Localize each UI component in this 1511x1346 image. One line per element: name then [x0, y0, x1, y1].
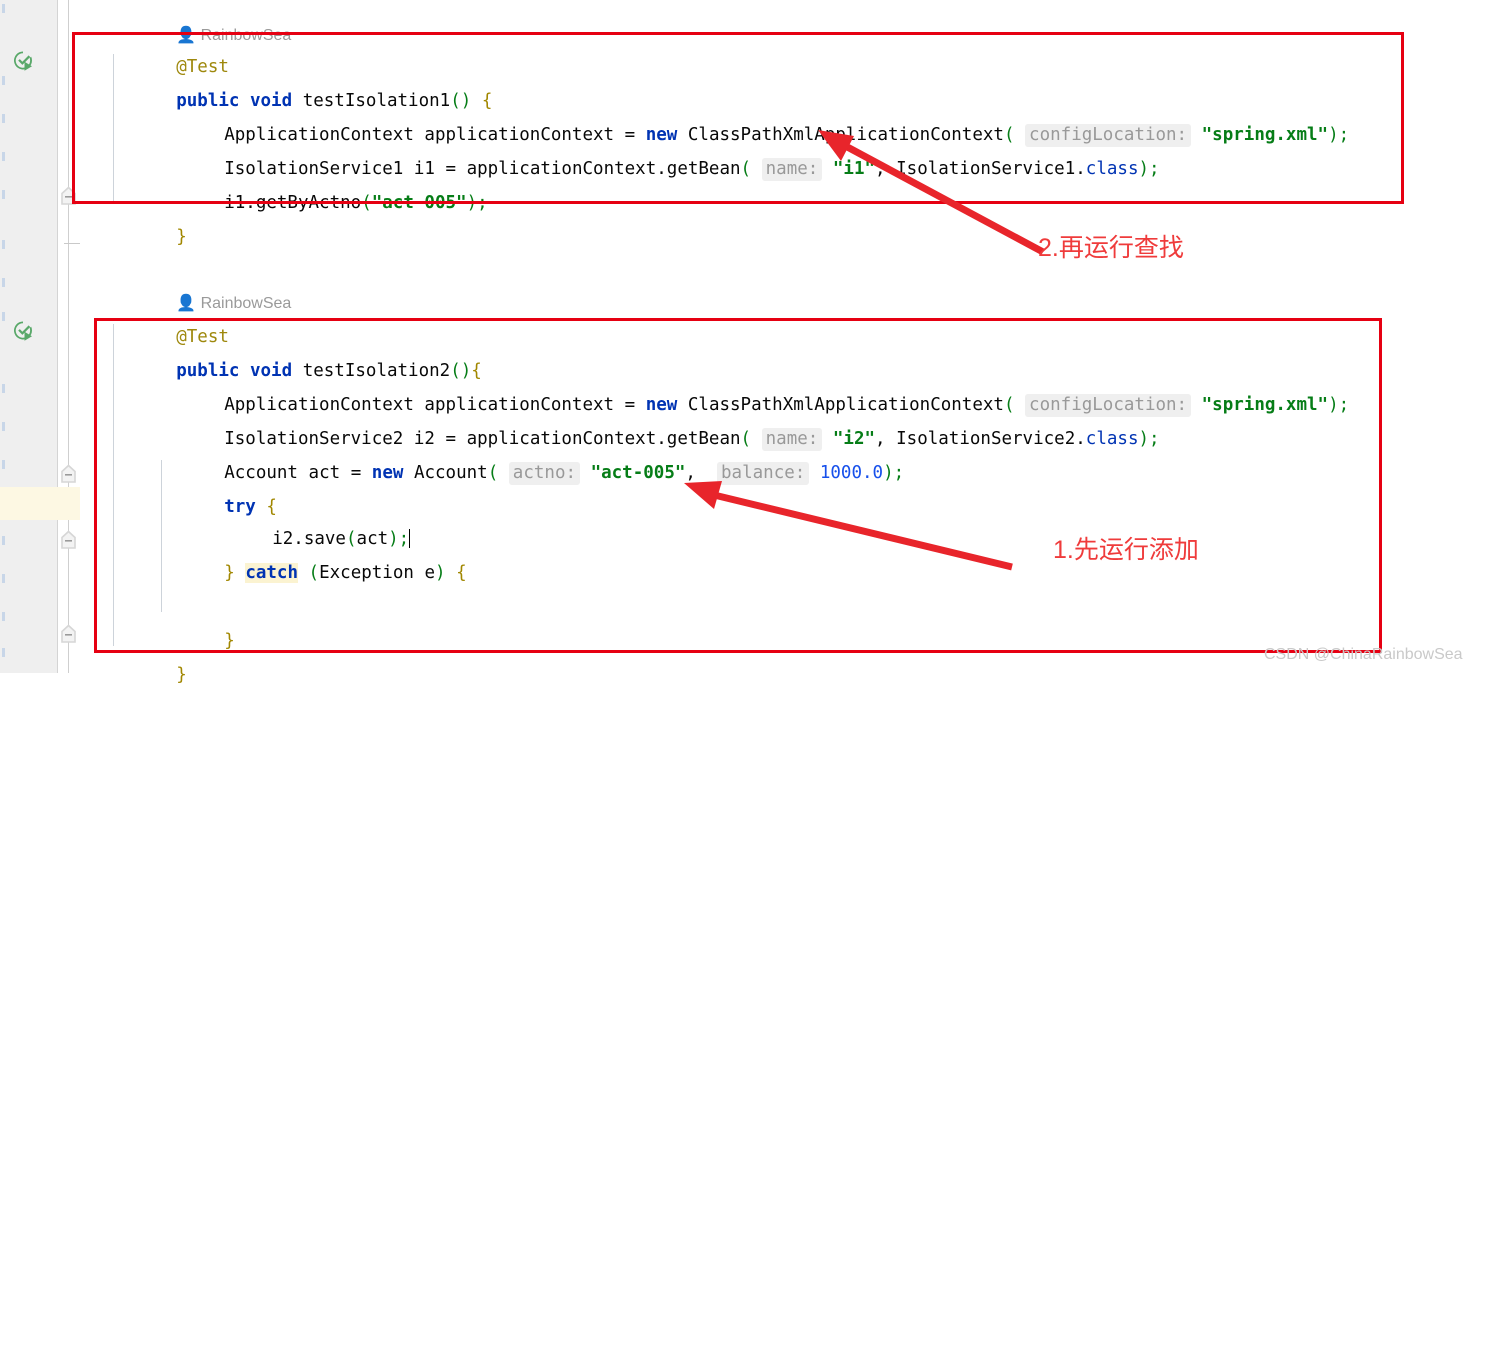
open-paren: ( — [308, 563, 320, 583]
editor-gutter — [0, 0, 58, 673]
run-test-icon[interactable] — [12, 320, 34, 342]
code-folding-column — [58, 0, 80, 673]
code-area[interactable]: 👤 RainbowSea @Test public void testIsola… — [80, 0, 1511, 685]
watermark: CSDN @ChinaRainbowSea — [1264, 646, 1463, 663]
code-fold-marker[interactable] — [60, 623, 77, 643]
close-brace: } — [176, 227, 187, 247]
code-fold-marker[interactable] — [60, 529, 77, 549]
code-fold-marker[interactable] — [60, 463, 77, 483]
close-paren: ) — [435, 563, 446, 583]
open-brace: { — [456, 563, 467, 583]
ide-editor-screenshot: 👤 RainbowSea @Test public void testIsola… — [0, 0, 1511, 685]
close-brace: } — [224, 563, 235, 583]
exception-type: Exception — [319, 563, 414, 583]
keyword-catch: catch — [245, 563, 298, 583]
close-brace: } — [176, 665, 187, 685]
code-fold-marker[interactable] — [60, 185, 77, 205]
exception-var: e — [424, 563, 436, 583]
run-test-icon[interactable] — [12, 50, 34, 72]
fold-guide-line — [68, 0, 69, 673]
